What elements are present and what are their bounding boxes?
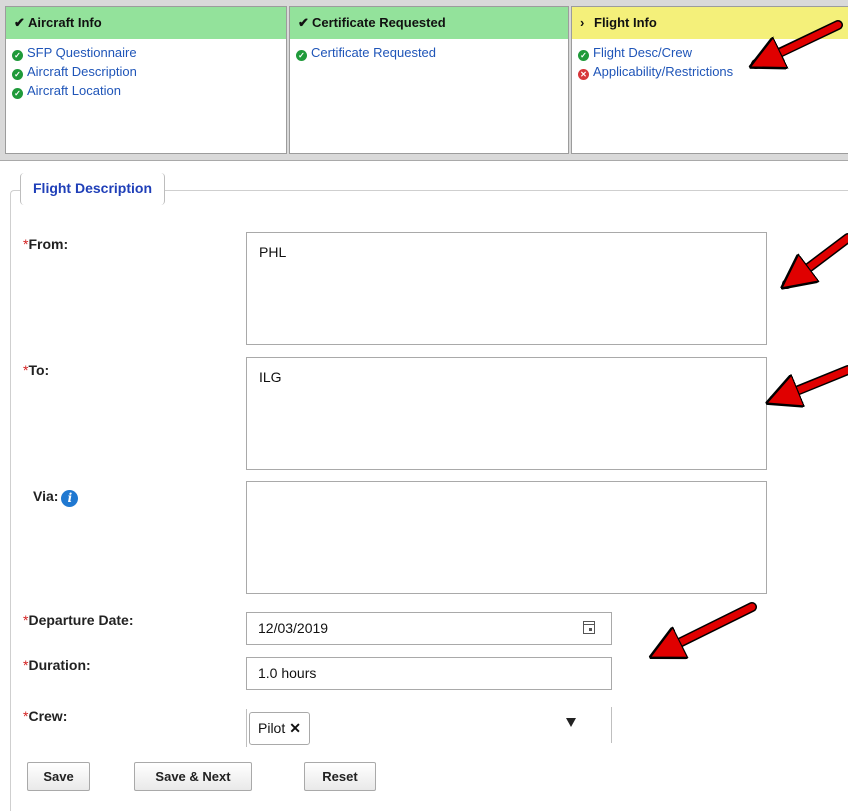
step-title: Flight Info: [594, 15, 657, 30]
chevron-right-icon: ›: [580, 15, 585, 30]
link-certificate-requested[interactable]: Certificate Requested: [311, 45, 436, 60]
save-and-next-button[interactable]: Save & Next: [134, 762, 252, 791]
checkmark-icon: ✔: [14, 15, 25, 30]
check-circle-icon: ✓: [296, 50, 307, 61]
x-circle-icon: ✕: [578, 69, 589, 80]
step-title: Aircraft Info: [28, 15, 102, 30]
check-circle-icon: ✓: [12, 69, 23, 80]
step-header[interactable]: ✔ Certificate Requested: [290, 7, 568, 39]
reset-button[interactable]: Reset: [304, 762, 376, 791]
crew-chip-pilot: Pilot ✕: [249, 712, 310, 745]
step-item-list: ✓ Certificate Requested: [290, 43, 568, 62]
step-flight-info: › Flight Info ✓ Flight Desc/Crew ✕ Applicab…: [571, 6, 848, 154]
departure-date-value: 12/03/2019: [258, 620, 329, 636]
link-flight-desc-crew[interactable]: Flight Desc/Crew: [593, 45, 692, 60]
remove-chip-icon[interactable]: ✕: [289, 720, 301, 736]
from-field[interactable]: PHL: [246, 232, 767, 345]
step-certificate-requested: ✔ Certificate Requested ✓ Certificate Requ…: [289, 6, 569, 154]
list-item: ✓ Flight Desc/Crew: [578, 43, 848, 62]
multiselect-border: [246, 709, 247, 747]
step-aircraft-info: ✔ Aircraft Info ✓ SFP Questionnaire ✓ Aircr…: [5, 6, 287, 154]
departure-date-label: *Departure Date:: [23, 612, 134, 628]
check-circle-icon: ✓: [12, 50, 23, 61]
step-progress-bar: ✔ Aircraft Info ✓ SFP Questionnaire ✓ Aircr…: [0, 0, 848, 161]
to-field[interactable]: ILG: [246, 357, 767, 470]
list-item: ✓ SFP Questionnaire: [12, 43, 286, 62]
step-item-list: ✓ Flight Desc/Crew ✕ Applicability/Restric…: [572, 43, 848, 81]
to-label: *To:: [23, 362, 50, 378]
crew-label: *Crew:: [23, 708, 68, 724]
check-circle-icon: ✓: [12, 88, 23, 99]
list-item: ✓ Aircraft Location: [12, 81, 286, 100]
link-aircraft-description[interactable]: Aircraft Description: [27, 64, 137, 79]
check-circle-icon: ✓: [578, 50, 589, 61]
duration-label: *Duration:: [23, 657, 91, 673]
chevron-down-icon[interactable]: [566, 718, 576, 727]
via-field[interactable]: [246, 481, 767, 594]
duration-value: 1.0 hours: [258, 665, 317, 681]
checkmark-icon: ✔: [298, 15, 309, 30]
link-sfp-questionnaire[interactable]: SFP Questionnaire: [27, 45, 137, 60]
fieldset-legend: Flight Description: [20, 173, 165, 205]
info-icon[interactable]: i: [61, 490, 79, 507]
multiselect-border: [611, 707, 612, 743]
step-header[interactable]: ✔ Aircraft Info: [6, 7, 286, 39]
duration-field[interactable]: 1.0 hours: [246, 657, 612, 690]
step-item-list: ✓ SFP Questionnaire ✓ Aircraft Description…: [6, 43, 286, 100]
calendar-icon[interactable]: [583, 621, 595, 634]
step-title: Certificate Requested: [312, 15, 446, 30]
crew-multiselect[interactable]: Pilot ✕: [246, 707, 612, 747]
from-label: *From:: [23, 236, 69, 252]
list-item: ✕ Applicability/Restrictions: [578, 62, 848, 81]
departure-date-field[interactable]: 12/03/2019: [246, 612, 612, 645]
list-item: ✓ Aircraft Description: [12, 62, 286, 81]
save-button[interactable]: Save: [27, 762, 90, 791]
link-applicability-restrictions[interactable]: Applicability/Restrictions: [593, 64, 733, 79]
link-aircraft-location[interactable]: Aircraft Location: [27, 83, 121, 98]
via-label: Via: i: [33, 488, 79, 507]
list-item: ✓ Certificate Requested: [296, 43, 568, 62]
step-header[interactable]: › Flight Info: [572, 7, 848, 39]
